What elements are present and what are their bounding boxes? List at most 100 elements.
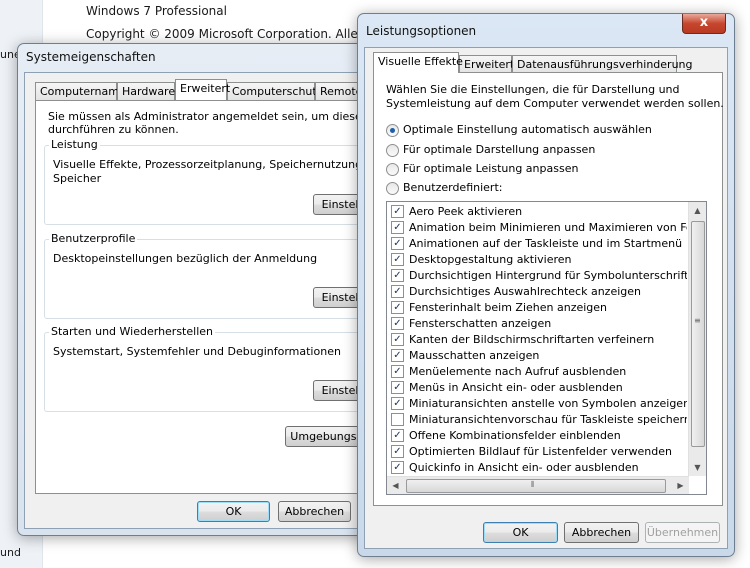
scroll-thumb[interactable] (406, 479, 666, 493)
checkbox-checked-icon[interactable]: ✓ (391, 444, 404, 458)
description-2: Systemleistung auf dem Computer verwende… (386, 97, 724, 110)
apply-button[interactable]: Übernehmen (645, 522, 720, 543)
checkbox-checked-icon[interactable]: ✓ (391, 252, 404, 266)
radio-indicator (386, 123, 399, 137)
scroll-left-icon[interactable]: ◀ (387, 477, 404, 494)
checkbox-checked-icon[interactable]: ✓ (391, 364, 404, 378)
copyright-text: Copyright © 2009 Microsoft Corporation. … (86, 27, 396, 41)
scroll-right-icon[interactable]: ▶ (672, 477, 689, 494)
effects-list-items: ✓ Aero Peek aktivieren ✓ Animation beim Min… (387, 204, 687, 474)
radio-best-appearance[interactable]: Für optimale Darstellung anpassen (386, 143, 595, 159)
effect-item[interactable]: ✓ Durchsichtiges Auswahlrechteck anzeigen (387, 284, 687, 300)
tab-computername[interactable]: Computername (35, 82, 126, 100)
effect-item[interactable]: ✓ Optimierten Bildlauf für Listenfelder v… (387, 444, 687, 460)
cancel-button[interactable]: Abbrechen (278, 501, 351, 522)
checkbox-checked-icon[interactable]: ✓ (391, 204, 404, 218)
checkbox-checked-icon[interactable]: ✓ (391, 316, 404, 330)
effects-list[interactable]: ✓ Aero Peek aktivieren ✓ Animation beim Min… (386, 201, 707, 495)
window-client: Computername Hardware Erweitert Computer… (24, 72, 419, 529)
radio-best-performance[interactable]: Für optimale Leistung anpassen (386, 162, 578, 178)
scroll-thumb[interactable] (691, 221, 705, 447)
os-edition-text: Windows 7 Professional (86, 4, 227, 18)
grip-icon: ⦀ (531, 480, 535, 489)
radio-auto[interactable]: Optimale Einstellung automatisch auswähl… (386, 123, 652, 139)
system-properties-window: Systemeigenschaften Computername Hardwar… (17, 43, 419, 536)
effect-label: Fensterinhalt beim Ziehen anzeigen (409, 301, 608, 314)
effect-item[interactable]: Miniaturansichtenvorschau für Taskleiste… (387, 412, 687, 428)
effect-label: Durchsichtiges Auswahlrechteck anzeigen (409, 285, 641, 298)
effect-label: Durchsichtigen Hintergrund für Symbolunt… (409, 269, 687, 282)
checkbox-checked-icon[interactable]: ✓ (391, 460, 404, 474)
checkbox-unchecked-icon[interactable] (391, 412, 404, 426)
scroll-down-icon[interactable]: ▼ (689, 459, 706, 476)
effect-item[interactable]: ✓ Desktopgestaltung aktivieren (387, 252, 687, 268)
group-label: Starten und Wiederherstellen (49, 325, 215, 338)
performance-description-2: Speicher (53, 172, 102, 185)
effect-label: Mausschatten anzeigen (409, 349, 540, 362)
ok-button[interactable]: OK (483, 522, 558, 543)
radio-indicator (386, 181, 399, 195)
effect-item[interactable]: ✓ Mausschatten anzeigen (387, 348, 687, 364)
checkbox-checked-icon[interactable]: ✓ (391, 236, 404, 250)
effect-item[interactable]: ✓ Animation beim Minimieren und Maximiere… (387, 220, 687, 236)
radio-indicator (386, 162, 399, 176)
group-label: Benutzerprofile (49, 232, 138, 245)
background-fragment: und (0, 546, 21, 559)
vertical-scrollbar[interactable]: ▲ ≡ ▼ (688, 202, 706, 476)
tab-hardware[interactable]: Hardware (117, 82, 175, 100)
effect-label: Aero Peek aktivieren (409, 205, 523, 218)
effect-item[interactable]: ✓ Quickinfo in Ansicht ein- oder ausblend… (387, 460, 687, 474)
effect-label: Quickinfo in Ansicht ein- oder ausblende… (409, 461, 639, 474)
effect-item[interactable]: ✓ Menüs in Ansicht ein- oder ausblenden (387, 380, 687, 396)
effect-label: Animationen auf der Taskleiste und im St… (409, 237, 683, 250)
admin-note-2: durchführen zu können. (48, 123, 179, 136)
tab-visual-effects[interactable]: Visuelle Effekte (373, 52, 463, 73)
checkbox-checked-icon[interactable]: ✓ (391, 268, 404, 282)
performance-options-window: Leistungsoptionen x Visuelle Effekte Erw… (357, 13, 735, 557)
horizontal-scrollbar[interactable]: ◀ ⦀ ▶ (387, 476, 689, 494)
window-title: Systemeigenschaften (26, 50, 156, 64)
checkbox-checked-icon[interactable]: ✓ (391, 348, 404, 362)
startup-description: Systemstart, Systemfehler und Debuginfor… (53, 345, 341, 358)
checkbox-checked-icon[interactable]: ✓ (391, 220, 404, 234)
checkbox-checked-icon[interactable]: ✓ (391, 332, 404, 346)
profiles-group: Benutzerprofile Desktopeinstellungen bez… (44, 232, 377, 319)
ok-button[interactable]: OK (197, 501, 270, 522)
effect-item[interactable]: ✓ Animationen auf der Taskleiste und im S… (387, 236, 687, 252)
tab-erweitert[interactable]: Erweitert (175, 79, 230, 100)
group-label: Leistung (49, 138, 100, 151)
visual-effects-panel: Wählen Sie die Einstellungen, die für Da… (373, 72, 724, 506)
checkbox-checked-icon[interactable]: ✓ (391, 380, 404, 394)
startup-group: Starten und Wiederherstellen Systemstart… (44, 325, 377, 412)
tab-advanced[interactable]: Erweitert (459, 55, 514, 73)
effect-item[interactable]: ✓ Durchsichtigen Hintergrund für Symbolun… (387, 268, 687, 284)
effect-label: Menüs in Ansicht ein- oder ausblenden (409, 381, 623, 394)
checkbox-checked-icon[interactable]: ✓ (391, 300, 404, 314)
performance-group: Leistung Visuelle Effekte, Prozessorzeit… (44, 138, 408, 225)
tab-data-execution-prevention[interactable]: Datenausführungsverhinderung (512, 55, 693, 73)
cancel-button[interactable]: Abbrechen (564, 522, 639, 543)
scroll-up-icon[interactable]: ▲ (689, 202, 706, 219)
effect-item[interactable]: ✓ Fensterinhalt beim Ziehen anzeigen (387, 300, 687, 316)
effect-item[interactable]: ✓ Fensterschatten anzeigen (387, 316, 687, 332)
radio-custom[interactable]: Benutzerdefiniert: (386, 181, 502, 197)
advanced-tab-panel: Sie müssen als Administrator angemeldet … (35, 100, 419, 494)
tab-computerschutz[interactable]: Computerschutz (227, 82, 323, 100)
effect-item[interactable]: ✓ Menüelemente nach Aufruf ausblenden (387, 364, 687, 380)
radio-label: Optimale Einstellung automatisch auswähl… (403, 123, 652, 136)
grip-icon: ≡ (694, 316, 701, 325)
close-button[interactable]: x (682, 14, 726, 34)
effect-item[interactable]: ✓ Kanten der Bildschirmschriftarten verfe… (387, 332, 687, 348)
checkbox-checked-icon[interactable]: ✓ (391, 396, 404, 410)
radio-label: Für optimale Leistung anpassen (403, 162, 579, 175)
effect-label: Miniaturansichten anstelle von Symbolen … (409, 397, 687, 410)
profiles-description: Desktopeinstellungen bezüglich der Anmel… (53, 252, 318, 265)
effect-label: Animation beim Minimieren und Maximieren… (409, 221, 687, 234)
effect-item[interactable]: ✓ Aero Peek aktivieren (387, 204, 687, 220)
effect-item[interactable]: ✓ Offene Kombinationsfelder einblenden (387, 428, 687, 444)
checkbox-checked-icon[interactable]: ✓ (391, 284, 404, 298)
checkbox-checked-icon[interactable]: ✓ (391, 428, 404, 442)
radio-indicator (386, 143, 399, 157)
window-title: Leistungsoptionen (366, 24, 477, 38)
effect-item[interactable]: ✓ Miniaturansichten anstelle von Symbolen… (387, 396, 687, 412)
